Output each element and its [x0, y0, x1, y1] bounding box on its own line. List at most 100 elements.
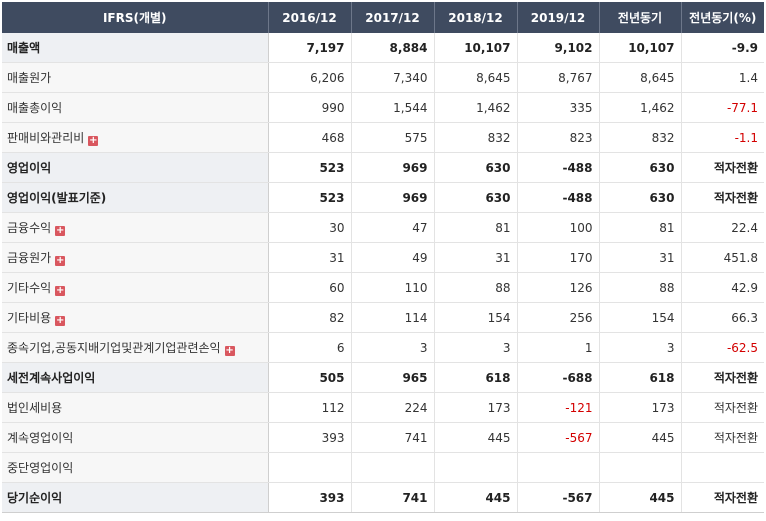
row-finance-income: 금융수익 + 30 47 81 100 81 22.4 [2, 212, 764, 243]
row-revenue: 매출액 7,197 8,884 10,107 9,102 10,107 -9.9 [2, 33, 764, 63]
cell-2017 [351, 452, 435, 483]
cell-2019: 100 [517, 212, 600, 243]
cell-2017: 965 [351, 362, 435, 393]
cell-yoy-pct: -62.5 [681, 332, 764, 363]
cell-2019: -567 [517, 482, 600, 513]
row-sga: 판매비와관리비 + 468 575 832 823 832 -1.1 [2, 122, 764, 153]
cell-2017: 969 [351, 152, 435, 183]
cell-2017: 8,884 [351, 33, 435, 63]
row-other-income: 기타수익 + 60 110 88 126 88 42.9 [2, 272, 764, 303]
cell-2017: 969 [351, 182, 435, 213]
cell-2019: -121 [517, 392, 600, 423]
cell-2018 [434, 452, 518, 483]
row-label-expandable[interactable]: 금융원가 + [2, 242, 269, 273]
cell-2019: 823 [517, 122, 600, 153]
cell-2017: 49 [351, 242, 435, 273]
row-label-expandable[interactable]: 기타수익 + [2, 272, 269, 303]
cell-2018: 3 [434, 332, 518, 363]
cell-2016: 505 [268, 362, 352, 393]
cell-2018: 445 [434, 422, 518, 453]
cell-2017: 741 [351, 482, 435, 513]
row-label: 매출액 [2, 33, 269, 63]
cell-2019: 9,102 [517, 33, 600, 63]
cell-2018: 173 [434, 392, 518, 423]
row-cost-of-sales: 매출원가 6,206 7,340 8,645 8,767 8,645 1.4 [2, 62, 764, 93]
cell-yoy-pct: -9.9 [681, 33, 764, 63]
cell-yoy-pct [681, 452, 764, 483]
cell-2016: 82 [268, 302, 352, 333]
cell-yoy-pct: -1.1 [681, 122, 764, 153]
cell-yoy-pct: 42.9 [681, 272, 764, 303]
cell-yoy-pct: 적자전환 [681, 362, 764, 393]
row-label: 매출총이익 [2, 92, 269, 123]
row-label-expandable[interactable]: 종속기업,공동지배기업및관계기업관련손익 + [2, 332, 269, 363]
plus-icon[interactable]: + [55, 316, 66, 326]
cell-2018: 618 [434, 362, 518, 393]
cell-2016: 523 [268, 152, 352, 183]
cell-yoy-pct: 22.4 [681, 212, 764, 243]
row-label-expandable[interactable]: 금융수익 + [2, 212, 269, 243]
cell-yoy-pct: 적자전환 [681, 422, 764, 453]
cell-2016: 393 [268, 422, 352, 453]
row-label: 계속영업이익 [2, 422, 269, 453]
row-operating-income-reported: 영업이익(발표기준) 523 969 630 -488 630 적자전환 [2, 182, 764, 213]
cell-2019: -688 [517, 362, 600, 393]
row-other-expense: 기타비용 + 82 114 154 256 154 66.3 [2, 302, 764, 333]
row-continuing-income: 계속영업이익 393 741 445 -567 445 적자전환 [2, 422, 764, 453]
row-label-expandable[interactable]: 판매비와관리비 + [2, 122, 269, 153]
header-ifrs: IFRS(개별) [2, 2, 269, 33]
header-row: IFRS(개별) 2016/12 2017/12 2018/12 2019/12… [2, 2, 764, 33]
cell-2018: 445 [434, 482, 518, 513]
row-gross-profit: 매출총이익 990 1,544 1,462 335 1,462 -77.1 [2, 92, 764, 123]
row-label: 중단영업이익 [2, 452, 269, 483]
row-label-text: 기타수익 [7, 281, 52, 295]
cell-2018: 832 [434, 122, 518, 153]
cell-2017: 110 [351, 272, 435, 303]
row-label: 당기순이익 [2, 482, 269, 513]
cell-2019 [517, 452, 600, 483]
cell-2017: 114 [351, 302, 435, 333]
header-2019: 2019/12 [517, 2, 600, 33]
plus-icon[interactable]: + [55, 286, 66, 296]
cell-yoy: 3 [599, 332, 682, 363]
cell-2017: 1,544 [351, 92, 435, 123]
cell-yoy: 1,462 [599, 92, 682, 123]
cell-2016: 31 [268, 242, 352, 273]
cell-yoy-pct: 66.3 [681, 302, 764, 333]
cell-yoy: 832 [599, 122, 682, 153]
row-label-expandable[interactable]: 기타비용 + [2, 302, 269, 333]
cell-2018: 8,645 [434, 62, 518, 93]
row-label: 법인세비용 [2, 392, 269, 423]
cell-2016: 60 [268, 272, 352, 303]
cell-yoy-pct: 1.4 [681, 62, 764, 93]
cell-2019: -488 [517, 152, 600, 183]
row-pretax-income: 세전계속사업이익 505 965 618 -688 618 적자전환 [2, 362, 764, 393]
cell-yoy-pct: 적자전환 [681, 182, 764, 213]
cell-yoy: 630 [599, 182, 682, 213]
cell-2018: 81 [434, 212, 518, 243]
cell-yoy-pct: 적자전환 [681, 152, 764, 183]
cell-2016: 7,197 [268, 33, 352, 63]
row-label-text: 종속기업,공동지배기업및관계기업관련손익 [7, 341, 221, 355]
plus-icon[interactable]: + [55, 226, 66, 236]
row-label-text: 기타비용 [7, 311, 52, 325]
cell-yoy: 630 [599, 152, 682, 183]
cell-yoy: 618 [599, 362, 682, 393]
cell-yoy-pct: 적자전환 [681, 482, 764, 513]
row-income-tax: 법인세비용 112 224 173 -121 173 적자전환 [2, 392, 764, 423]
row-net-income: 당기순이익 393 741 445 -567 445 적자전환 [2, 482, 764, 513]
cell-2016: 393 [268, 482, 352, 513]
cell-2019: 170 [517, 242, 600, 273]
cell-2016 [268, 452, 352, 483]
cell-yoy-pct: 451.8 [681, 242, 764, 273]
row-equity-method-income: 종속기업,공동지배기업및관계기업관련손익 + 6 3 3 1 3 -62.5 [2, 332, 764, 363]
cell-2016: 6,206 [268, 62, 352, 93]
plus-icon[interactable]: + [224, 346, 235, 356]
cell-yoy: 154 [599, 302, 682, 333]
header-2016: 2016/12 [268, 2, 352, 33]
plus-icon[interactable]: + [55, 256, 66, 266]
cell-2019: -567 [517, 422, 600, 453]
cell-2017: 224 [351, 392, 435, 423]
header-2018: 2018/12 [434, 2, 518, 33]
plus-icon[interactable]: + [88, 136, 99, 146]
